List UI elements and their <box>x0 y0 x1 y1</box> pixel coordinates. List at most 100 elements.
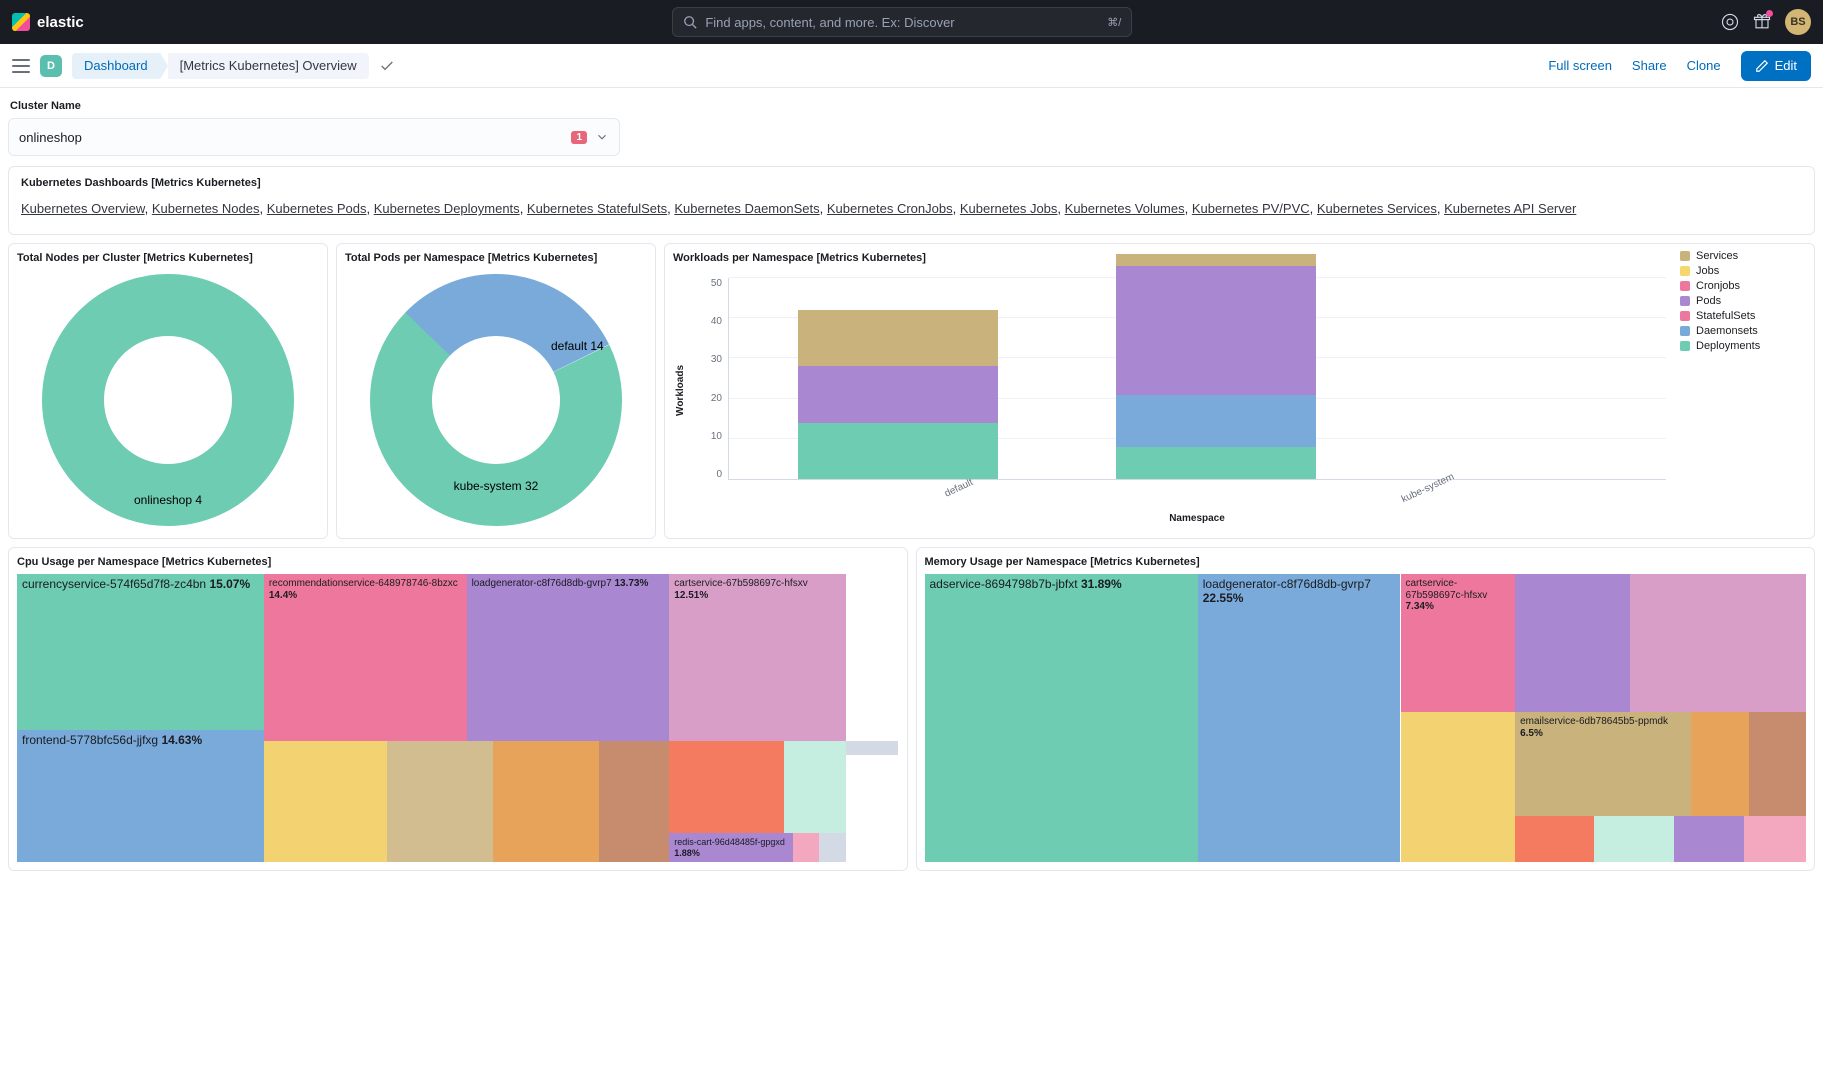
breadcrumb-dashboard[interactable]: Dashboard <box>72 53 160 79</box>
treemap-tile[interactable]: recommendationservice-648978746-8bzxc 14… <box>264 574 467 741</box>
breadcrumb-sep <box>160 53 168 79</box>
dashboard-actions: Full screen Share Clone Edit <box>1548 51 1811 81</box>
treemap-tile[interactable] <box>387 741 493 862</box>
edit-button[interactable]: Edit <box>1741 51 1811 81</box>
panel-row-2: Cpu Usage per Namespace [Metrics Kuberne… <box>8 547 1815 871</box>
breadcrumb: Dashboard [Metrics Kubernetes] Overview <box>72 53 369 79</box>
elastic-logo[interactable]: elastic <box>12 13 84 31</box>
treemap-tile[interactable] <box>846 741 899 755</box>
treemap-tile[interactable]: cartservice-67b598697c-hfsxv 12.51% <box>669 574 845 741</box>
global-header: elastic Find apps, content, and more. Ex… <box>0 0 1823 44</box>
treemap-tile[interactable]: emailservice-6db78645b5-ppmdk 6.5% <box>1515 712 1691 816</box>
donut-label: onlineshop 4 <box>134 493 202 507</box>
donut-label-default: default 14 <box>551 339 604 353</box>
help-icon[interactable] <box>1721 13 1739 31</box>
panel-total-nodes: Total Nodes per Cluster [Metrics Kuberne… <box>8 243 328 539</box>
search-shortcut: ⌘/ <box>1107 16 1121 29</box>
treemap-tile[interactable] <box>846 741 899 862</box>
k8s-link[interactable]: Kubernetes PV/PVC <box>1192 201 1310 216</box>
treemap-tile[interactable] <box>264 741 387 862</box>
treemap-tile[interactable] <box>1744 816 1806 862</box>
brand-text: elastic <box>37 14 84 31</box>
treemap-tile[interactable] <box>1727 574 1806 712</box>
treemap-tile[interactable]: loadgenerator-c8f76d8db-gvrp7 22.55% <box>1198 574 1401 862</box>
legend-item[interactable]: Jobs <box>1680 265 1808 277</box>
treemap-tile[interactable] <box>784 741 846 833</box>
nodes-donut: onlineshop 4 <box>17 270 319 530</box>
breadcrumb-current: [Metrics Kubernetes] Overview <box>168 53 369 79</box>
k8s-link[interactable]: Kubernetes Pods <box>267 201 367 216</box>
check-icon[interactable] <box>379 58 395 74</box>
treemap-tile[interactable] <box>1515 816 1594 862</box>
cpu-treemap: currencyservice-574f65d7f8-zc4bn 15.07%f… <box>17 574 899 862</box>
treemap-tile[interactable]: cartservice-67b598697c-hfsxv 7.34% <box>1401 574 1516 712</box>
links-panel-title: Kubernetes Dashboards [Metrics Kubernete… <box>21 177 1802 189</box>
k8s-link[interactable]: Kubernetes API Server <box>1444 201 1576 216</box>
x-tick-labels: defaultkube-system <box>728 482 1666 510</box>
panel-workloads: Workloads per Namespace [Metrics Kuberne… <box>664 243 1815 539</box>
nav-toggle[interactable] <box>12 59 30 73</box>
k8s-link[interactable]: Kubernetes Nodes <box>152 201 260 216</box>
space-selector[interactable]: D <box>40 55 62 77</box>
newsfeed-button[interactable] <box>1753 12 1771 33</box>
panel-cpu: Cpu Usage per Namespace [Metrics Kuberne… <box>8 547 908 871</box>
treemap-tile[interactable] <box>1674 816 1745 862</box>
legend-item[interactable]: Cronjobs <box>1680 280 1808 292</box>
treemap-tile[interactable] <box>819 833 845 862</box>
share-button[interactable]: Share <box>1632 58 1667 73</box>
treemap-tile[interactable] <box>1401 712 1516 862</box>
x-axis-label: Namespace <box>728 513 1666 524</box>
elastic-logo-icon <box>12 13 30 31</box>
k8s-link[interactable]: Kubernetes Volumes <box>1065 201 1185 216</box>
workloads-chart: Workloads 50403020100 defaultkube-system… <box>673 270 1806 510</box>
legend-item[interactable]: Deployments <box>1680 340 1808 352</box>
panel-title: Cpu Usage per Namespace [Metrics Kuberne… <box>17 556 899 568</box>
treemap-tile[interactable] <box>1594 816 1673 862</box>
legend-item[interactable]: Daemonsets <box>1680 325 1808 337</box>
treemap-tile[interactable] <box>599 741 670 862</box>
bar <box>798 278 998 479</box>
treemap-tile[interactable]: loadgenerator-c8f76d8db-gvrp7 13.73% <box>467 574 670 741</box>
k8s-link[interactable]: Kubernetes Deployments <box>374 201 520 216</box>
treemap-tile[interactable] <box>1749 712 1806 816</box>
treemap-tile[interactable] <box>1691 712 1748 816</box>
workloads-legend: Services Jobs Cronjobs Pods StatefulSets Daem… <box>1680 250 1808 355</box>
panel-title: Total Nodes per Cluster [Metrics Kuberne… <box>17 252 319 264</box>
y-axis-label: Workloads <box>673 365 688 416</box>
k8s-link[interactable]: Kubernetes StatefulSets <box>527 201 667 216</box>
user-avatar[interactable]: BS <box>1785 9 1811 35</box>
legend-item[interactable]: Services <box>1680 250 1808 262</box>
k8s-link[interactable]: Kubernetes Overview <box>21 201 145 216</box>
treemap-tile[interactable] <box>793 833 819 862</box>
treemap-tile[interactable]: frontend-5778bfc56d-jjfxg 14.63% <box>17 730 264 862</box>
pencil-icon <box>1755 59 1769 73</box>
bar <box>1116 278 1316 479</box>
clone-button[interactable]: Clone <box>1687 58 1721 73</box>
treemap-tile[interactable]: redis-cart-96d48485f-gpgxd 1.88% <box>669 833 792 862</box>
treemap-tile[interactable]: adservice-8694798b7b-jbfxt 31.89% <box>925 574 1198 862</box>
fullscreen-button[interactable]: Full screen <box>1548 58 1612 73</box>
k8s-link[interactable]: Kubernetes DaemonSets <box>674 201 819 216</box>
panel-total-pods: Total Pods per Namespace [Metrics Kubern… <box>336 243 656 539</box>
k8s-link[interactable]: Kubernetes Jobs <box>960 201 1058 216</box>
mem-treemap: adservice-8694798b7b-jbfxt 31.89%loadgen… <box>925 574 1807 862</box>
y-ticks: 50403020100 <box>694 278 722 480</box>
treemap-tile[interactable] <box>1515 574 1630 712</box>
k8s-link[interactable]: Kubernetes Services <box>1317 201 1437 216</box>
treemap-tile[interactable] <box>669 741 784 833</box>
legend-item[interactable]: Pods <box>1680 295 1808 307</box>
treemap-tile[interactable] <box>1630 574 1727 712</box>
panel-title: Total Pods per Namespace [Metrics Kubern… <box>345 252 647 264</box>
treemap-tile[interactable]: currencyservice-574f65d7f8-zc4bn 15.07% <box>17 574 264 730</box>
k8s-link[interactable]: Kubernetes CronJobs <box>827 201 953 216</box>
global-search[interactable]: Find apps, content, and more. Ex: Discov… <box>672 7 1132 37</box>
notification-dot <box>1766 10 1773 17</box>
cluster-count-badge: 1 <box>571 131 587 144</box>
bar-plot: 50403020100 defaultkube-system Namespace <box>694 278 1806 510</box>
search-placeholder: Find apps, content, and more. Ex: Discov… <box>705 15 954 30</box>
cluster-name-filter[interactable]: onlineshop 1 <box>8 118 620 156</box>
treemap-tile[interactable] <box>493 741 599 862</box>
edit-label: Edit <box>1775 58 1797 73</box>
legend-item[interactable]: StatefulSets <box>1680 310 1808 322</box>
k8s-links: Kubernetes Overview, Kubernetes Nodes, K… <box>21 201 1802 216</box>
